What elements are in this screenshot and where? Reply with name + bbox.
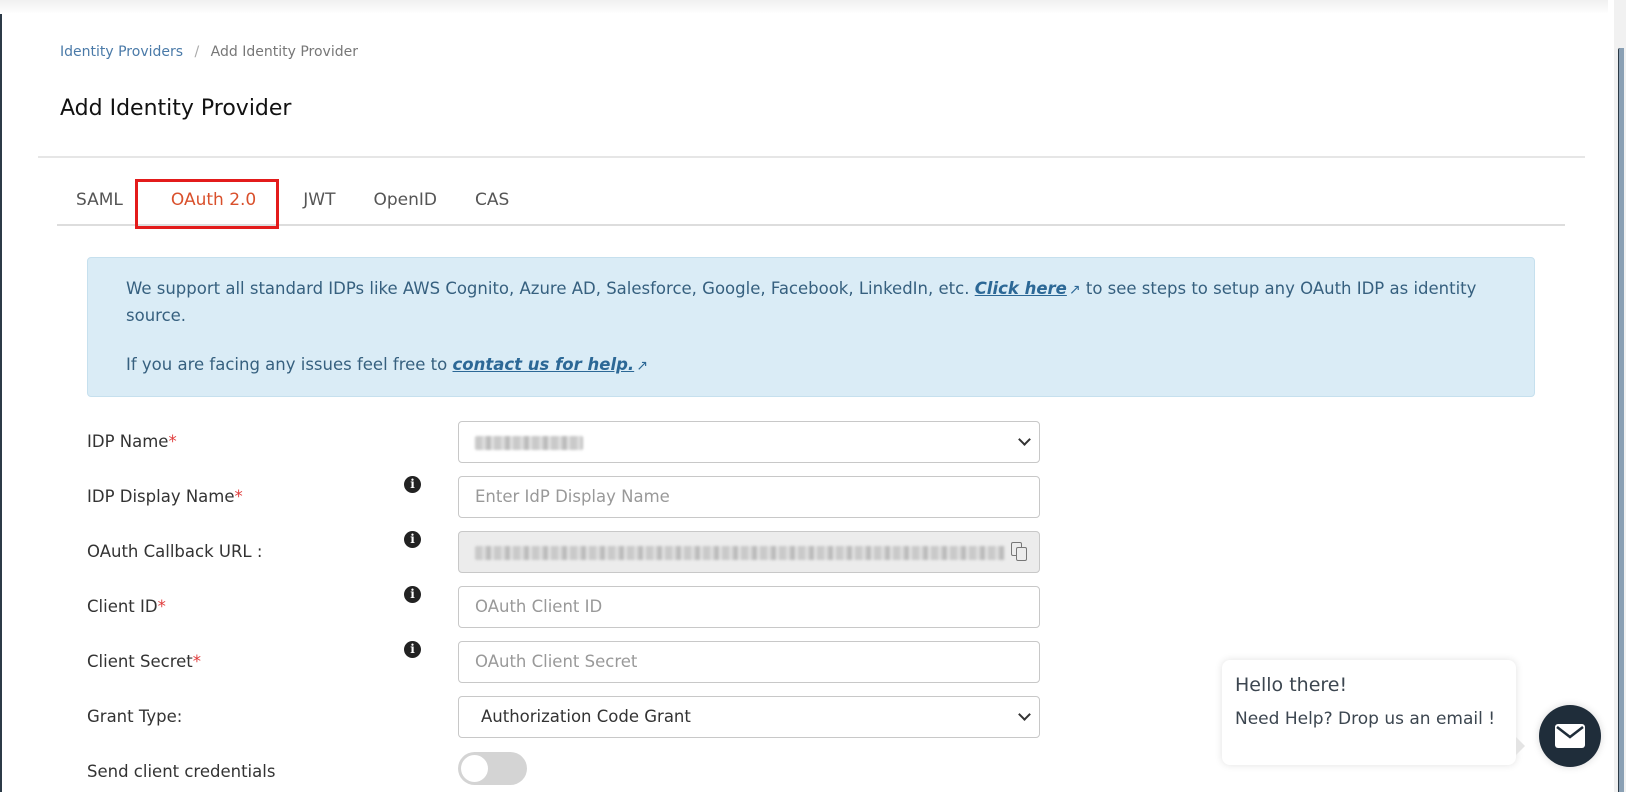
chevron-down-icon (1018, 708, 1031, 721)
info-icon[interactable]: i (404, 531, 421, 548)
tab-jwt[interactable]: JWT (297, 178, 354, 224)
external-link-icon[interactable]: ↗ (1069, 278, 1081, 303)
contact-us-link[interactable]: contact us for help. (453, 355, 635, 374)
client-id-row: Client ID* i OAuth Client ID (87, 586, 1047, 628)
callback-url-field (458, 531, 1040, 573)
info-icon[interactable]: i (404, 641, 421, 658)
send-client-credentials-row: Send client credentials (87, 752, 1047, 792)
send-client-credentials-toggle[interactable] (458, 752, 527, 785)
copy-icon[interactable] (1011, 542, 1027, 561)
callback-url-label: OAuth Callback URL : (87, 542, 263, 561)
idp-name-select[interactable] (458, 421, 1040, 463)
chevron-down-icon (1018, 433, 1031, 446)
alert-text-2: If you are facing any issues feel free t… (126, 355, 453, 374)
idp-name-row: IDP Name* (87, 421, 1047, 463)
tab-saml[interactable]: SAML (57, 178, 142, 224)
grant-type-select[interactable]: Authorization Code Grant (458, 696, 1040, 738)
chat-bubble: Hello there! Need Help? Drop us an email… (1222, 660, 1516, 765)
tab-openid[interactable]: OpenID (354, 178, 456, 224)
alert-text-1: We support all standard IDPs like AWS Co… (126, 279, 975, 298)
alert-line-2: If you are facing any issues feel free t… (126, 352, 1496, 379)
tab-cas[interactable]: CAS (456, 178, 528, 224)
mail-icon (1555, 724, 1585, 748)
idp-display-name-label: IDP Display Name* (87, 487, 243, 506)
chat-message: Need Help? Drop us an email ! (1235, 709, 1496, 729)
breadcrumb-separator: / (194, 44, 200, 60)
required-marker: * (192, 652, 202, 671)
toggle-knob (461, 755, 488, 782)
breadcrumb-identity-providers[interactable]: Identity Providers (60, 44, 183, 60)
client-id-input[interactable]: OAuth Client ID (458, 586, 1040, 628)
idp-display-name-row: IDP Display Name* i Enter IdP Display Na… (87, 476, 1047, 518)
info-icon[interactable]: i (404, 586, 421, 603)
client-secret-label: Client Secret* (87, 652, 202, 671)
required-marker: * (168, 432, 177, 451)
info-icon[interactable]: i (404, 476, 421, 493)
window-edge (0, 0, 2, 792)
vertical-scrollbar[interactable] (1614, 0, 1626, 792)
client-id-label: Client ID* (87, 597, 166, 616)
provider-type-tabs: SAML OAuth 2.0 JWT OpenID CAS (57, 178, 1565, 226)
title-divider (38, 156, 1585, 158)
grant-type-value: Authorization Code Grant (481, 707, 691, 726)
required-marker: * (157, 597, 166, 616)
idp-display-name-input[interactable]: Enter IdP Display Name (458, 476, 1040, 518)
chat-bubble-arrow (1516, 737, 1525, 755)
alert-line-1: We support all standard IDPs like AWS Co… (126, 276, 1496, 328)
click-here-link[interactable]: Click here (975, 279, 1067, 298)
info-alert: We support all standard IDPs like AWS Co… (87, 257, 1535, 397)
grant-type-label: Grant Type: (87, 707, 183, 726)
tab-oauth2[interactable]: OAuth 2.0 (142, 178, 297, 224)
grant-type-row: Grant Type: Authorization Code Grant (87, 696, 1047, 738)
email-chat-button[interactable] (1539, 705, 1601, 767)
chat-greeting: Hello there! (1235, 674, 1348, 696)
idp-name-label: IDP Name* (87, 432, 177, 451)
external-link-icon[interactable]: ↗ (636, 354, 648, 379)
top-shadow (0, 0, 1608, 14)
required-marker: * (234, 487, 243, 506)
blurred-value (475, 435, 583, 450)
callback-url-row: OAuth Callback URL : i (87, 531, 1047, 573)
blurred-value (475, 545, 1005, 560)
breadcrumb-current: Add Identity Provider (210, 44, 358, 60)
send-client-credentials-label: Send client credentials (87, 762, 276, 781)
page-title: Add Identity Provider (60, 96, 292, 121)
client-secret-row: Client Secret* i OAuth Client Secret (87, 641, 1047, 683)
client-secret-input[interactable]: OAuth Client Secret (458, 641, 1040, 683)
breadcrumb: Identity Providers / Add Identity Provid… (60, 44, 358, 60)
scrollbar-thumb[interactable] (1618, 48, 1624, 792)
